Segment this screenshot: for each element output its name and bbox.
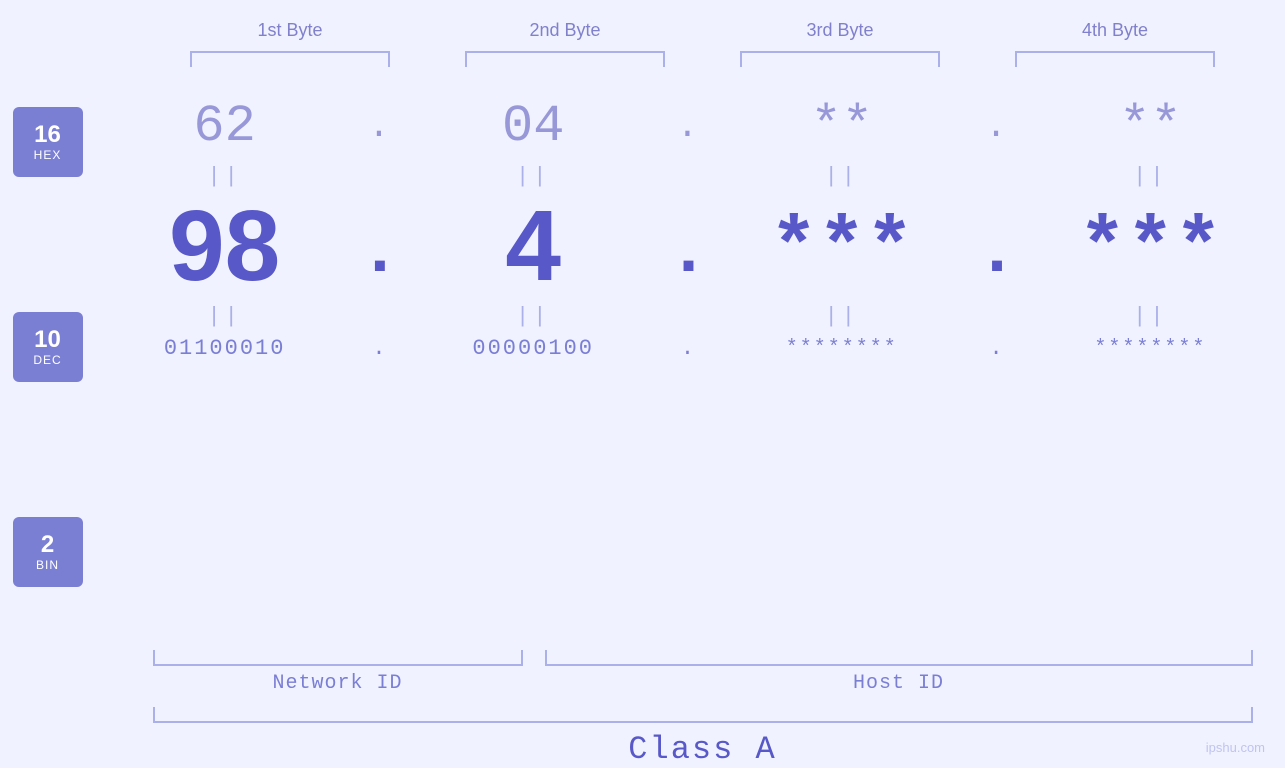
equal-7: || (732, 304, 952, 329)
equal-8: || (1040, 304, 1260, 329)
bin-b3: ******** (732, 337, 952, 360)
dec-dot1: . (359, 212, 399, 296)
hex-b3: ** (732, 97, 952, 156)
host-id-label: Host ID (545, 672, 1253, 695)
class-area: Class A (153, 707, 1253, 768)
dec-badge: 10 DEC (13, 312, 83, 382)
class-label: Class A (153, 731, 1253, 768)
bin-row: 01100010 . 00000100 . ******** . (103, 336, 1273, 361)
byte3-label: 3rd Byte (740, 20, 940, 41)
bracket-1 (190, 51, 390, 67)
bin-b2: 00000100 (423, 336, 643, 361)
byte2-label: 2nd Byte (465, 20, 665, 41)
top-brackets (153, 51, 1253, 67)
main-container: 1st Byte 2nd Byte 3rd Byte 4th Byte 16 H… (0, 0, 1285, 767)
hex-dot3: . (976, 106, 1016, 147)
byte1-label: 1st Byte (190, 20, 390, 41)
bin-dot3: . (976, 336, 1016, 361)
dec-b4: *** (1040, 205, 1260, 296)
hex-dot1: . (359, 106, 399, 147)
bin-badge: 2 BIN (13, 517, 83, 587)
badge-column: 16 HEX 10 DEC 2 BIN (13, 107, 83, 642)
bin-badge-type: BIN (36, 558, 59, 572)
bottom-brackets (153, 650, 1253, 666)
hex-badge: 16 HEX (13, 107, 83, 177)
dec-dot2: . (667, 212, 707, 296)
network-id-label: Network ID (153, 672, 523, 695)
equal-1: || (115, 164, 335, 189)
dec-row: 98 . 4 . *** . *** (103, 196, 1273, 296)
equal-row-2: || || || || (103, 296, 1273, 336)
dec-b3: *** (732, 205, 952, 296)
values-area: 62 . 04 . ** . ** (103, 87, 1273, 365)
watermark: ipshu.com (1206, 740, 1265, 755)
dec-b1: 98 (115, 196, 335, 296)
class-bracket (153, 707, 1253, 723)
bin-b1: 01100010 (115, 336, 335, 361)
equal-3: || (732, 164, 952, 189)
bracket-3 (740, 51, 940, 67)
equal-4: || (1040, 164, 1260, 189)
byte-labels-row: 1st Byte 2nd Byte 3rd Byte 4th Byte (153, 20, 1253, 41)
hex-b4: ** (1040, 97, 1260, 156)
bracket-4 (1015, 51, 1215, 67)
host-bracket (545, 650, 1253, 666)
dec-badge-type: DEC (33, 353, 61, 367)
hex-b2: 04 (423, 97, 643, 156)
bin-b4: ******** (1040, 337, 1260, 360)
dec-badge-num: 10 (34, 327, 61, 353)
bracket-gap (523, 650, 545, 666)
equal-6: || (423, 304, 643, 329)
dec-b2: 4 (423, 196, 643, 296)
dec-dot3: . (976, 212, 1016, 296)
hex-badge-type: HEX (34, 148, 62, 162)
hex-badge-num: 16 (34, 122, 61, 148)
hex-row: 62 . 04 . ** . ** (103, 97, 1273, 156)
main-content: 16 HEX 10 DEC 2 BIN 62 . (13, 87, 1273, 642)
byte4-label: 4th Byte (1015, 20, 1215, 41)
bin-badge-num: 2 (41, 532, 54, 558)
equal-2: || (423, 164, 643, 189)
bracket-2 (465, 51, 665, 67)
hex-dot2: . (667, 106, 707, 147)
network-bracket (153, 650, 523, 666)
hex-b1: 62 (115, 97, 335, 156)
id-label-row: Network ID Host ID (153, 672, 1253, 695)
bin-dot2: . (667, 336, 707, 361)
equal-5: || (115, 304, 335, 329)
bin-dot1: . (359, 336, 399, 361)
